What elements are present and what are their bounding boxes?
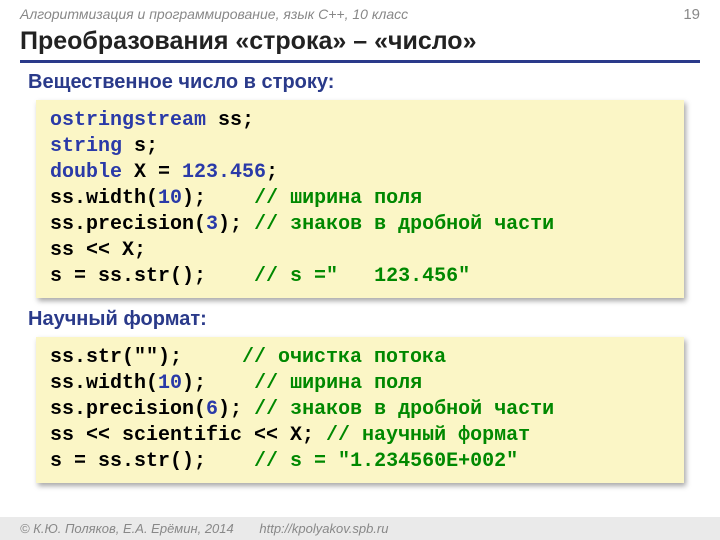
code-text: ss; bbox=[206, 109, 254, 132]
code-text: ss.width( bbox=[50, 372, 158, 395]
code-text: ); bbox=[182, 372, 254, 395]
number: 6 bbox=[206, 398, 218, 421]
comment: // s =" 123.456" bbox=[254, 265, 470, 288]
keyword: string bbox=[50, 135, 122, 158]
code-text: X = bbox=[122, 161, 182, 184]
slide-footer: © К.Ю. Поляков, Е.А. Ерёмин, 2014 http:/… bbox=[0, 517, 720, 540]
header-label: Алгоритмизация и программирование, язык … bbox=[20, 6, 408, 22]
code-text: ss.str(""); bbox=[50, 346, 242, 369]
slide-header: Алгоритмизация и программирование, язык … bbox=[0, 0, 720, 25]
code-block-2: ss.str(""); // очистка потока ss.width(1… bbox=[36, 337, 684, 483]
code-block-1: ostringstream ss; string s; double X = 1… bbox=[36, 100, 684, 298]
comment: // ширина поля bbox=[254, 372, 422, 395]
footer-url: http://kpolyakov.spb.ru bbox=[259, 521, 388, 536]
code-text: s; bbox=[122, 135, 158, 158]
section2-heading: Научный формат: bbox=[0, 306, 720, 335]
code-text: ss.precision( bbox=[50, 398, 206, 421]
keyword: ostringstream bbox=[50, 109, 206, 132]
code-text: ); bbox=[218, 213, 254, 236]
code-text: ss.precision( bbox=[50, 213, 206, 236]
copyright: © К.Ю. Поляков, Е.А. Ерёмин, 2014 bbox=[20, 521, 234, 536]
code-text: ss << scientific << X; bbox=[50, 424, 326, 447]
code-text: s = ss.str(); bbox=[50, 265, 254, 288]
page-title: Преобразования «строка» – «число» bbox=[0, 25, 720, 60]
number: 10 bbox=[158, 372, 182, 395]
number: 10 bbox=[158, 187, 182, 210]
comment: // знаков в дробной части bbox=[254, 398, 554, 421]
code-text: ss.width( bbox=[50, 187, 158, 210]
comment: // s = "1.234560E+002" bbox=[254, 450, 518, 473]
comment: // очистка потока bbox=[242, 346, 446, 369]
keyword: double bbox=[50, 161, 122, 184]
code-text: s = ss.str(); bbox=[50, 450, 254, 473]
number: 3 bbox=[206, 213, 218, 236]
comment: // знаков в дробной части bbox=[254, 213, 554, 236]
code-text: ss << X; bbox=[50, 239, 146, 262]
number: 123.456 bbox=[182, 161, 266, 184]
code-text: ; bbox=[266, 161, 278, 184]
code-text: ); bbox=[182, 187, 254, 210]
code-text: ); bbox=[218, 398, 254, 421]
comment: // ширина поля bbox=[254, 187, 422, 210]
comment: // научный формат bbox=[326, 424, 530, 447]
page-number: 19 bbox=[683, 6, 700, 23]
section1-heading: Вещественное число в строку: bbox=[0, 69, 720, 98]
title-rule bbox=[20, 60, 700, 63]
